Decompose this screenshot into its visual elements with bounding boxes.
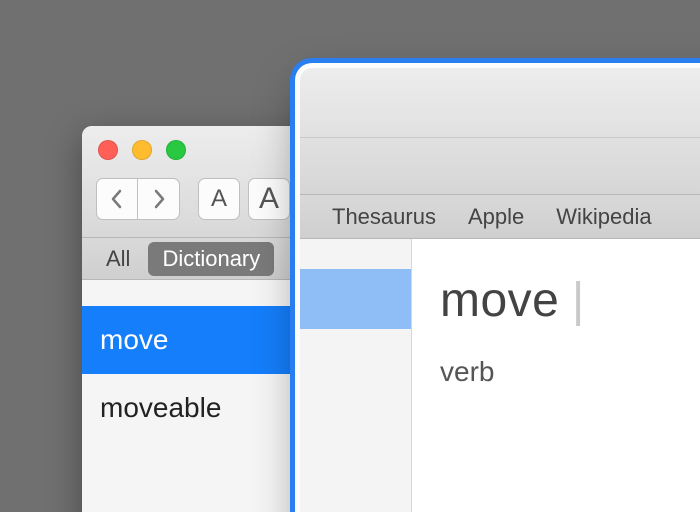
entry-headword: move	[440, 274, 559, 327]
headword-line: move |	[440, 273, 700, 328]
window-controls	[98, 140, 186, 160]
tab-all[interactable]: All	[92, 242, 144, 276]
font-large-label: A	[259, 182, 279, 216]
tab-wikipedia[interactable]: Wikipedia	[542, 200, 665, 234]
chevron-left-icon	[109, 189, 125, 209]
fg-body: move | verb	[300, 239, 700, 512]
sidebar-spacer	[300, 239, 411, 269]
zoom-icon[interactable]	[166, 140, 186, 160]
sidebar-spacer	[82, 280, 291, 306]
font-small-label: A	[211, 185, 227, 213]
entry-content: move | verb	[412, 239, 700, 512]
bg-toolbar: A A	[96, 178, 290, 220]
entry-part-of-speech: verb	[440, 356, 700, 388]
minimize-icon[interactable]	[132, 140, 152, 160]
forward-button[interactable]	[138, 178, 180, 220]
window-title: Diction	[453, 89, 700, 117]
sidebar-item-move[interactable]: move	[82, 306, 291, 374]
tab-apple[interactable]: Apple	[454, 200, 538, 234]
tab-dictionary[interactable]: Dictionary	[148, 242, 274, 276]
sidebar-item-selected[interactable]	[300, 269, 411, 329]
headword-separator: |	[572, 274, 585, 327]
decrease-font-button[interactable]: A	[198, 178, 240, 220]
fg-sidebar	[300, 239, 412, 512]
back-button[interactable]	[96, 178, 138, 220]
fg-titlebar: Diction	[300, 68, 700, 138]
sidebar-item-label: move	[100, 324, 168, 355]
fg-toolbar	[300, 138, 700, 194]
increase-font-button[interactable]: A	[248, 178, 290, 220]
dictionary-window-foreground: Diction Thesaurus Apple Wikipedia move |…	[300, 68, 700, 512]
sidebar-item-label: moveable	[100, 392, 221, 423]
font-size-controls: A A	[198, 178, 290, 220]
bg-sidebar: move moveable	[82, 280, 292, 512]
fg-source-tabs: Thesaurus Apple Wikipedia	[300, 195, 700, 239]
close-icon[interactable]	[98, 140, 118, 160]
tab-thesaurus[interactable]: Thesaurus	[318, 200, 450, 234]
nav-segmented	[96, 178, 180, 220]
chevron-right-icon	[151, 189, 167, 209]
fg-chrome: Diction	[300, 68, 700, 195]
sidebar-item-moveable[interactable]: moveable	[82, 374, 291, 442]
